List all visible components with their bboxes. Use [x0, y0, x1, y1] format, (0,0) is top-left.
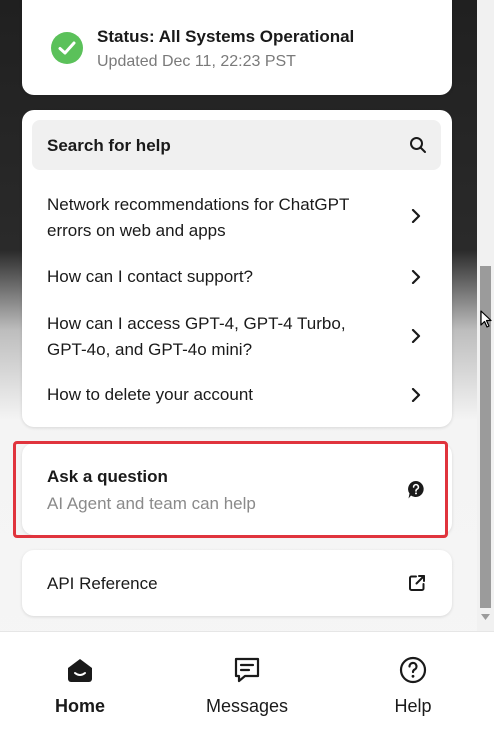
nav-label: Home: [54, 696, 105, 716]
status-card[interactable]: Status: All Systems Operational Updated …: [22, 0, 452, 95]
chevron-right-icon: [411, 270, 421, 284]
help-item-label: How can I contact support?: [47, 267, 254, 286]
nav-help[interactable]: Help: [353, 632, 473, 729]
ask-title: Ask a question: [47, 467, 168, 486]
help-item-network[interactable]: Network recommendations for ChatGPT erro…: [22, 190, 452, 246]
chevron-right-icon: [411, 209, 421, 223]
search-icon: [410, 137, 426, 153]
api-reference-label: API Reference: [47, 574, 158, 593]
help-item-label: How can I access GPT-4, GPT-4 Turbo, GPT…: [47, 314, 346, 359]
scroll-area[interactable]: Status: All Systems Operational Updated …: [0, 0, 476, 631]
help-item-label: How to delete your account: [47, 385, 254, 404]
messages-icon: [234, 657, 260, 683]
check-circle-icon: [51, 32, 83, 64]
help-item-access-gpt4[interactable]: How can I access GPT-4, GPT-4 Turbo, GPT…: [22, 309, 452, 365]
question-bubble-icon: [408, 481, 424, 499]
nav-home[interactable]: Home: [20, 632, 140, 729]
ask-question-button[interactable]: Ask a question AI Agent and team can hel…: [22, 443, 452, 535]
status-title: Status: All Systems Operational: [97, 27, 355, 46]
nav-label: Messages: [205, 696, 289, 716]
help-item-delete-account[interactable]: How to delete your account: [22, 378, 452, 412]
nav-label: Help: [394, 696, 432, 716]
bottom-nav: Home Messages Help: [0, 631, 494, 729]
chevron-right-icon: [411, 388, 421, 402]
help-card: Search for help Network recommendations …: [22, 110, 452, 427]
help-item-contact-support[interactable]: How can I contact support?: [22, 260, 452, 294]
ask-subtitle: AI Agent and team can help: [47, 494, 256, 513]
status-updated: Updated Dec 11, 22:23 PST: [97, 53, 296, 70]
scroll-down-arrow-icon[interactable]: [481, 614, 490, 620]
home-icon: [68, 659, 92, 682]
chevron-right-icon: [411, 329, 421, 343]
help-item-label: Network recommendations for ChatGPT erro…: [47, 195, 350, 240]
search-label: Search for help: [47, 136, 171, 155]
nav-messages[interactable]: Messages: [187, 632, 307, 729]
api-reference-link[interactable]: API Reference: [22, 550, 452, 616]
external-link-icon: [409, 575, 425, 591]
search-help-button[interactable]: Search for help: [32, 120, 441, 170]
mouse-cursor-icon: [480, 310, 492, 328]
help-icon: [399, 656, 427, 684]
